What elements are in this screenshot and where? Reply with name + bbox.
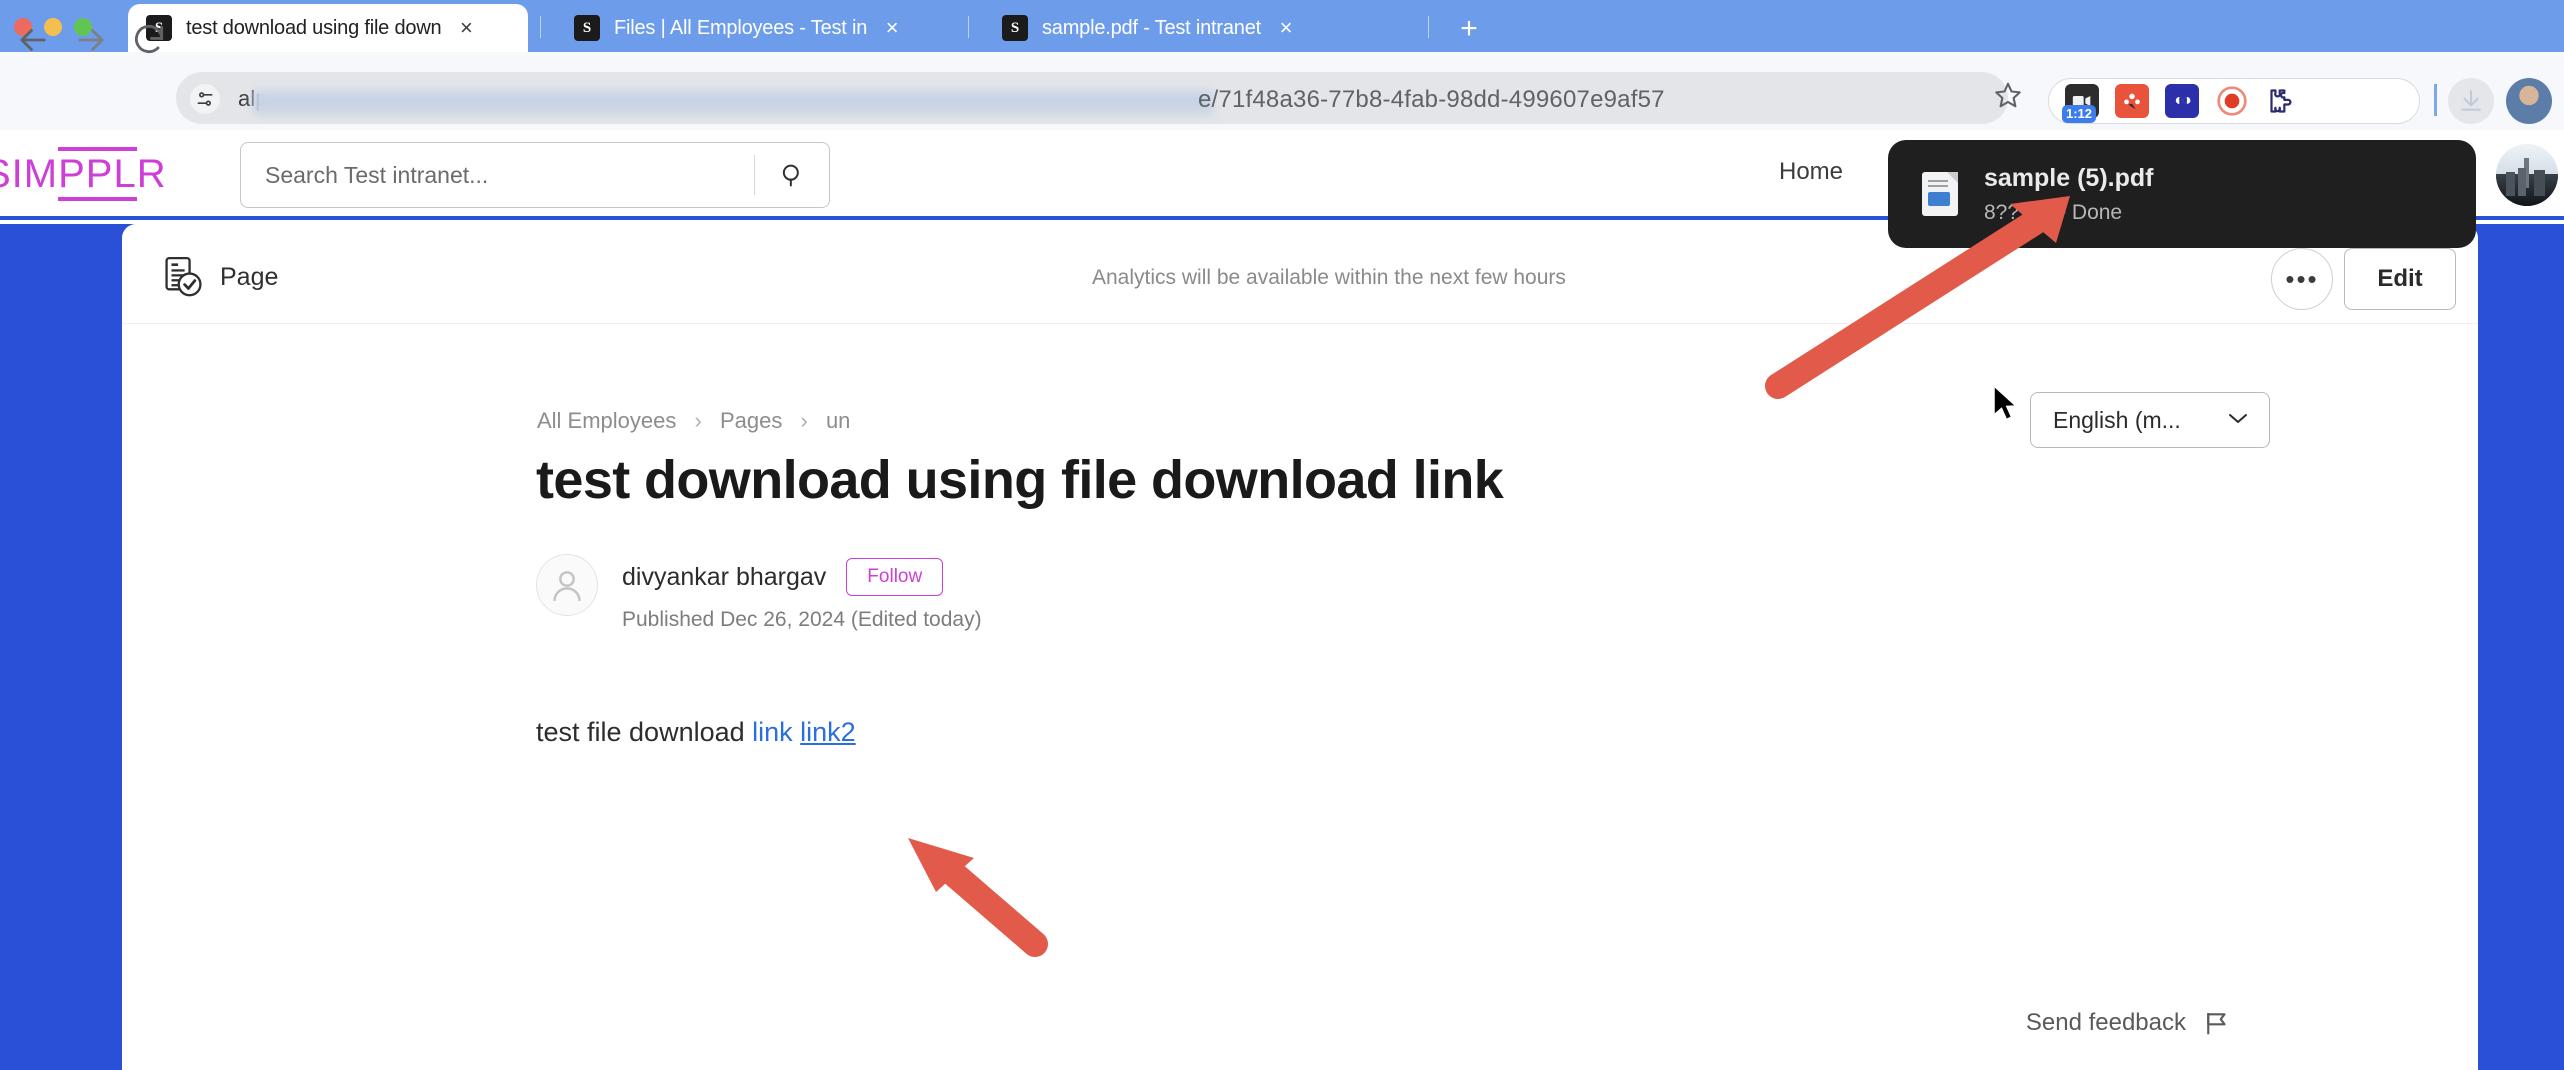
search-submit-button[interactable] xyxy=(755,143,829,207)
tab-divider xyxy=(540,16,541,38)
intranet-search-box[interactable] xyxy=(240,142,830,208)
flag-icon xyxy=(2202,1008,2232,1038)
breadcrumb-separator: › xyxy=(800,408,807,433)
downloads-button[interactable] xyxy=(2448,78,2494,124)
browser-tab-3[interactable]: S sample.pdf - Test intranet × xyxy=(984,4,1414,52)
page-check-icon xyxy=(160,254,206,300)
language-select[interactable]: English (m... xyxy=(2030,392,2270,448)
file-download-link-1[interactable]: link xyxy=(752,717,793,747)
page-type-indicator: Page xyxy=(160,254,278,300)
browser-tab-2[interactable]: S Files | All Employees - Test in × xyxy=(556,4,956,52)
edit-button[interactable]: Edit xyxy=(2344,248,2456,310)
author-byline: divyankar bhargav Follow Published Dec 2… xyxy=(536,554,982,632)
content-card: Page Analytics will be available within … xyxy=(122,224,2478,1070)
tab-divider xyxy=(968,16,969,38)
page-viewport: SIMPPLR Home xyxy=(0,130,2564,1070)
tab-title: sample.pdf - Test intranet xyxy=(1042,17,1261,40)
chevron-down-icon xyxy=(2227,409,2249,431)
puzzle-extensions-icon[interactable] xyxy=(2265,84,2299,118)
breadcrumb-item-un[interactable]: un xyxy=(826,408,850,433)
follow-button[interactable]: Follow xyxy=(846,558,943,596)
new-tab-button[interactable]: + xyxy=(1452,14,1486,48)
download-status: 8?? KB • Done xyxy=(1984,201,2153,225)
blue-extension-icon[interactable]: ◐◑ xyxy=(2165,84,2199,118)
site-settings-icon[interactable] xyxy=(190,84,220,114)
simpplr-favicon-icon: S xyxy=(1002,15,1028,41)
screen-recorder-extension-icon[interactable]: 1:12 xyxy=(2065,84,2099,118)
red-extension-icon[interactable] xyxy=(2115,84,2149,118)
mouse-cursor xyxy=(1992,385,2022,427)
extensions-group: 1:12 ◐◑ xyxy=(2048,78,2420,124)
download-notification-bubble[interactable]: sample (5).pdf 8?? KB • Done xyxy=(1888,140,2476,248)
breadcrumb-item-pages[interactable]: Pages xyxy=(720,408,782,433)
bookmark-star-icon[interactable] xyxy=(1990,80,2026,116)
browser-profile-avatar[interactable] xyxy=(2506,78,2552,124)
analytics-note: Analytics will be available within the n… xyxy=(1092,266,1566,290)
nav-link-home[interactable]: Home xyxy=(1779,158,1843,186)
author-avatar[interactable] xyxy=(536,554,598,616)
file-download-link-2[interactable]: link2 xyxy=(800,717,856,747)
back-button[interactable] xyxy=(14,21,52,59)
published-date: Published Dec 26, 2024 (Edited today) xyxy=(622,608,982,632)
breadcrumb: All Employees › Pages › un xyxy=(537,408,850,434)
page-title: test download using file download link xyxy=(536,449,2278,511)
author-name[interactable]: divyankar bhargav xyxy=(622,563,826,592)
send-feedback-button[interactable]: Send feedback xyxy=(2026,1008,2232,1038)
tab-strip: S test download using file down × S File… xyxy=(0,0,2564,52)
simpplr-favicon-icon: S xyxy=(574,15,600,41)
forward-button[interactable] xyxy=(72,21,110,59)
article-text: test file download link link2 xyxy=(536,717,856,748)
reload-button[interactable] xyxy=(130,21,168,59)
toolbar-divider xyxy=(2434,84,2437,116)
breadcrumb-item-all-employees[interactable]: All Employees xyxy=(537,408,676,433)
tab-close-icon[interactable]: × xyxy=(877,13,907,43)
tab-close-icon[interactable]: × xyxy=(1271,13,1301,43)
url-redacted-region xyxy=(253,88,1213,116)
send-feedback-label: Send feedback xyxy=(2026,1009,2186,1037)
search-input[interactable] xyxy=(241,162,754,189)
page-type-label: Page xyxy=(220,263,278,292)
tab-divider xyxy=(1428,16,1429,38)
browser-tab-1[interactable]: S test download using file down × xyxy=(128,4,528,52)
url-text-suffix: e/71f48a36-77b8-4fab-98dd-499607e9af57 xyxy=(1198,86,1665,114)
breadcrumb-separator: › xyxy=(695,408,702,433)
language-select-value: English (m... xyxy=(2053,407,2181,434)
record-extension-icon[interactable] xyxy=(2215,84,2249,118)
simpplr-logo[interactable]: SIMPPLR xyxy=(0,152,167,197)
article-text-prefix: test file download xyxy=(536,717,752,747)
more-options-button[interactable]: ••• xyxy=(2271,248,2333,310)
browser-window: S test download using file down × S File… xyxy=(0,0,2564,1070)
article-body: All Employees › Pages › un English (m...… xyxy=(122,324,2478,1070)
recording-timer-badge: 1:12 xyxy=(2062,105,2096,123)
download-filename: sample (5).pdf xyxy=(1984,164,2153,193)
tab-title: Files | All Employees - Test in xyxy=(614,17,867,40)
tab-close-icon[interactable]: × xyxy=(451,13,481,43)
user-avatar[interactable] xyxy=(2496,144,2558,206)
tab-title: test download using file down xyxy=(186,17,441,40)
pdf-file-icon xyxy=(1922,172,1958,216)
